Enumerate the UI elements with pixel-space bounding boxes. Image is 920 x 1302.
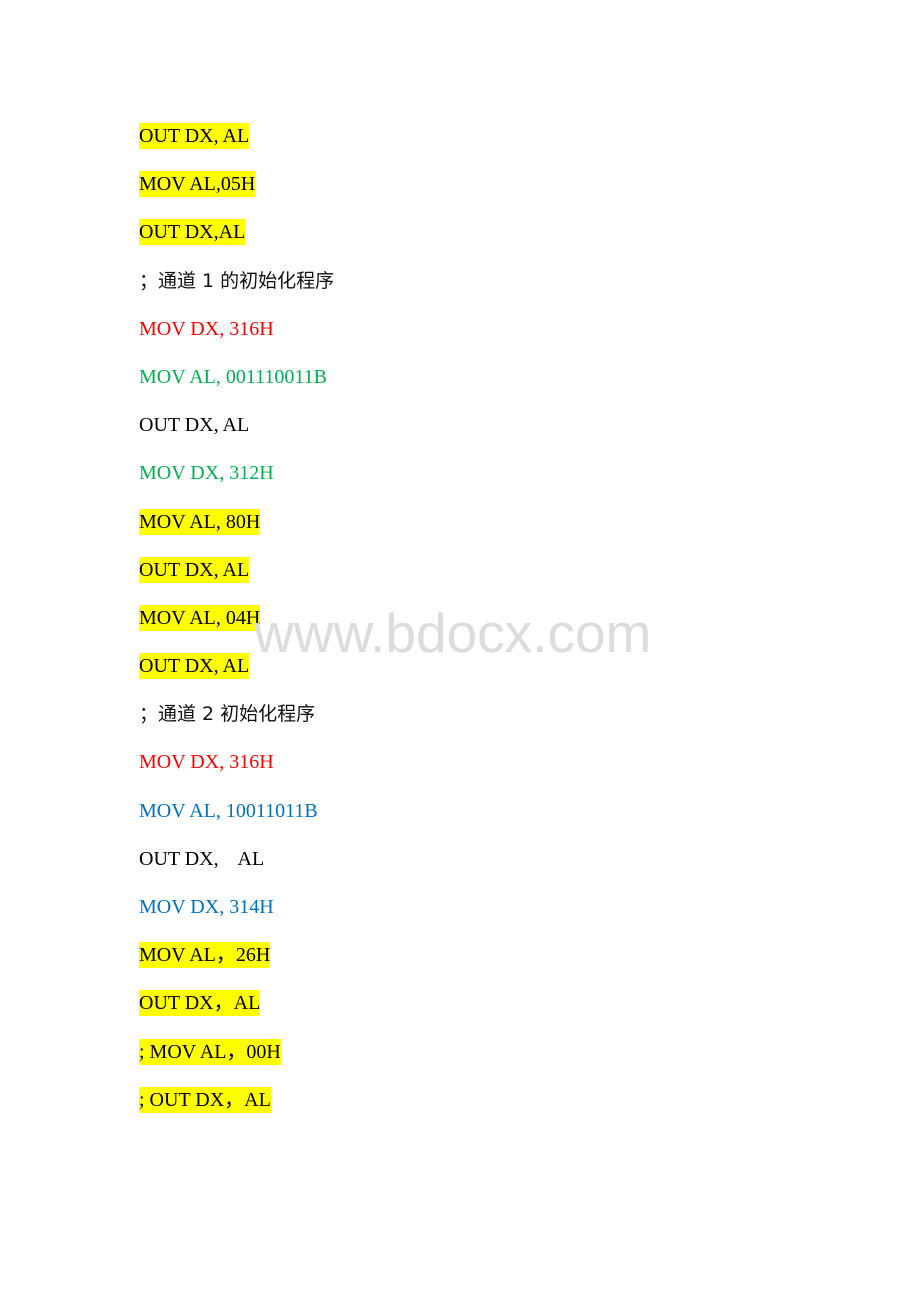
- code-line: MOV DX, 312H: [139, 460, 334, 508]
- code-listing: OUT DX, AL MOV AL,05H OUT DX,AL ；通道 1 的初…: [139, 123, 334, 1135]
- code-line-text: MOV DX, 316H: [139, 751, 274, 774]
- code-line: MOV AL, 001110011B: [139, 364, 334, 412]
- code-line-text: OUT DX, AL: [139, 653, 250, 680]
- code-line: OUT DX, AL: [139, 123, 334, 171]
- code-line: MOV DX, 316H: [139, 316, 334, 364]
- code-line: MOV AL, 04H: [139, 604, 334, 653]
- code-line-text: MOV AL, 80H: [139, 508, 261, 535]
- code-line: MOV DX, 314H: [139, 894, 334, 942]
- code-line-text: ; MOV AL，00H: [139, 1038, 281, 1065]
- code-line-text: MOV AL, 001110011B: [139, 365, 327, 388]
- code-line-text: OUT DX，AL: [139, 990, 261, 1017]
- code-line-text: ; OUT DX，AL: [139, 1086, 271, 1113]
- comment-line: ；通道 1 的初始化程序: [139, 268, 334, 316]
- code-line-text: MOV DX, 312H: [139, 462, 274, 485]
- code-line-text: OUT DX,AL: [139, 219, 246, 246]
- document-page: OUT DX, AL MOV AL,05H OUT DX,AL ；通道 1 的初…: [0, 0, 920, 1302]
- code-line-text: MOV DX, 316H: [139, 317, 274, 340]
- code-line-text: MOV DX, 314H: [139, 896, 274, 918]
- code-line-text: MOV AL,05H: [139, 171, 256, 198]
- code-line-text: MOV AL, 10011011B: [139, 799, 318, 822]
- code-line: OUT DX，AL: [139, 990, 334, 1038]
- code-line: ; OUT DX，AL: [139, 1086, 334, 1135]
- comment-text: ；通道 1 的初始化程序: [139, 269, 335, 292]
- code-line: MOV AL,05H: [139, 171, 334, 219]
- code-line-text: MOV AL，26H: [139, 942, 271, 969]
- code-line: MOV AL, 80H: [139, 508, 334, 557]
- code-line: OUT DX, AL: [139, 653, 334, 701]
- comment-line: ；通道 2 初始化程序: [139, 701, 334, 749]
- code-line-text: OUT DX, AL: [139, 847, 265, 870]
- code-line: OUT DX,AL: [139, 219, 334, 267]
- code-line-text: OUT DX, AL: [139, 123, 250, 149]
- code-line-text: OUT DX, AL: [139, 556, 250, 583]
- code-line-text: OUT DX, AL: [139, 414, 250, 437]
- code-line-text: MOV AL, 04H: [139, 604, 261, 631]
- code-line: ; MOV AL，00H: [139, 1038, 334, 1087]
- code-line: OUT DX, AL: [139, 846, 334, 894]
- code-line: MOV DX, 316H: [139, 749, 334, 797]
- comment-text: ；通道 2 初始化程序: [139, 703, 316, 726]
- code-line: OUT DX, AL: [139, 412, 334, 460]
- code-line: MOV AL, 10011011B: [139, 798, 334, 846]
- code-line: MOV AL，26H: [139, 942, 334, 990]
- code-line: OUT DX, AL: [139, 556, 334, 605]
